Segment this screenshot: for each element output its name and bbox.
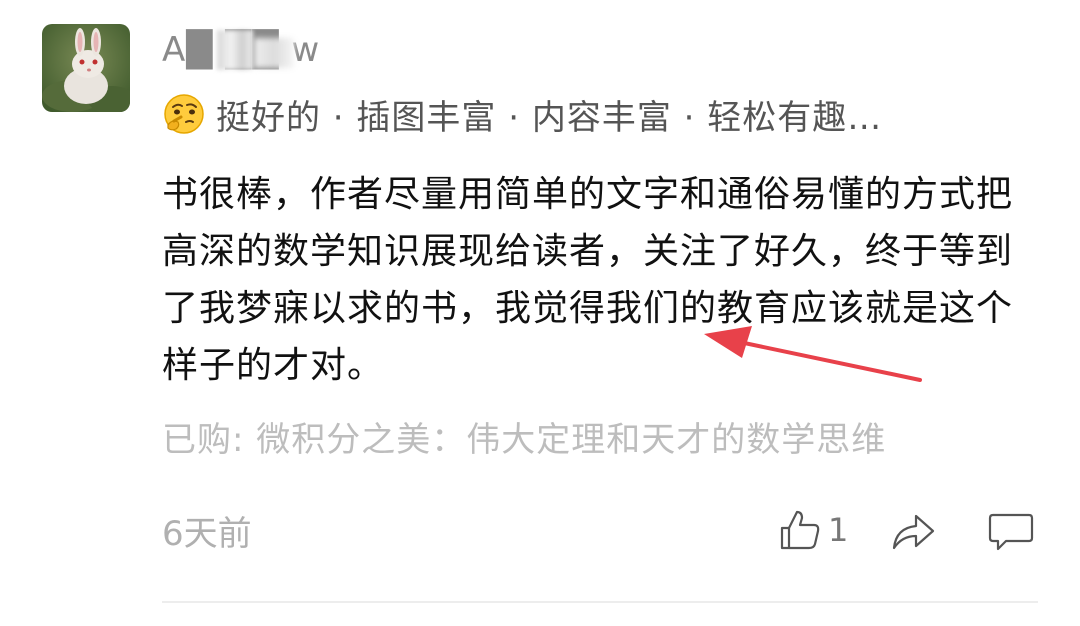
share-icon[interactable] (890, 510, 936, 552)
annotation-arrow-icon (704, 326, 922, 382)
review-time: 6天前 (162, 514, 252, 554)
comment-icon[interactable] (988, 512, 1034, 552)
username-redaction (217, 30, 253, 70)
like-button[interactable]: 1 (778, 508, 848, 552)
divider (162, 601, 1038, 603)
username-area[interactable]: A█ ██ w (162, 28, 320, 72)
thumbs-up-icon (780, 510, 820, 550)
review-tags: 挺好的 · 插图丰富 · 内容丰富 · 轻松有趣… (162, 88, 882, 140)
like-count: 1 (828, 511, 849, 549)
thinking-face-icon (164, 94, 204, 134)
purchased-book-link[interactable]: 已购: 微积分之美：伟大定理和天才的数学思维 (162, 412, 886, 461)
rabbit-avatar-image (42, 24, 130, 112)
avatar[interactable] (42, 24, 130, 112)
tags-text: 挺好的 · 插图丰富 · 内容丰富 · 轻松有趣… (216, 97, 883, 138)
username-redaction-2 (254, 38, 294, 68)
